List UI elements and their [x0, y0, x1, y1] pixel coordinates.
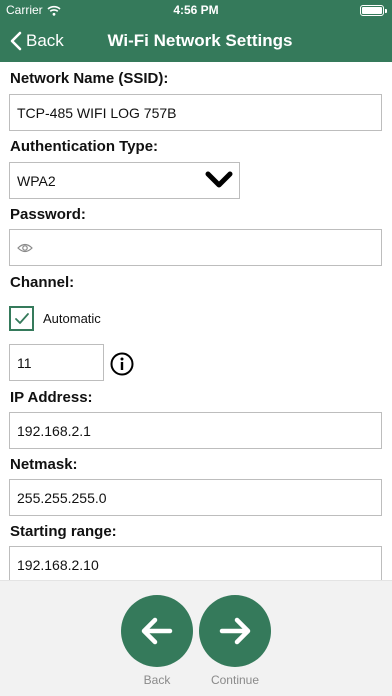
channel-field[interactable]: 11 — [9, 344, 104, 381]
status-bar: Carrier 4:56 PM — [0, 0, 392, 20]
chevron-down-icon — [205, 171, 233, 188]
ssid-field[interactable]: TCP-485 WIFI LOG 757B — [9, 94, 382, 131]
password-field[interactable] — [9, 229, 382, 266]
starting-range-field[interactable]: 192.168.2.10 — [9, 546, 382, 580]
automatic-checkbox[interactable] — [9, 306, 34, 331]
wifi-settings-form: Network Name (SSID): TCP-485 WIFI LOG 75… — [0, 62, 392, 580]
ip-address-field[interactable]: 192.168.2.1 — [9, 412, 382, 449]
page-title: Wi-Fi Network Settings — [107, 31, 293, 50]
continue-button-caption: Continue — [210, 673, 260, 687]
auth-type-value: WPA2 — [17, 172, 56, 189]
continue-button[interactable] — [199, 595, 271, 667]
back-button[interactable] — [121, 595, 193, 667]
navigation-bar: Back Wi-Fi Network Settings — [0, 20, 392, 62]
battery-icon — [360, 5, 387, 16]
back-button-caption: Back — [143, 673, 171, 687]
ip-address-label: IP Address: — [10, 389, 93, 406]
automatic-label: Automatic — [43, 311, 101, 326]
ssid-label: Network Name (SSID): — [10, 70, 169, 87]
eye-icon[interactable] — [17, 242, 33, 254]
starting-range-label: Starting range: — [10, 523, 117, 540]
password-label: Password: — [10, 206, 86, 223]
status-time: 4:56 PM — [173, 3, 219, 17]
channel-label: Channel: — [10, 274, 75, 291]
checkmark-icon — [14, 312, 29, 324]
arrow-left-icon — [141, 617, 173, 645]
arrow-right-icon — [219, 617, 251, 645]
auth-type-select[interactable]: WPA2 — [9, 162, 240, 199]
netmask-label: Netmask: — [10, 456, 78, 473]
info-icon[interactable] — [110, 352, 134, 376]
auth-type-label: Authentication Type: — [10, 138, 159, 155]
bottom-action-bar: Back Continue — [0, 580, 392, 696]
netmask-field[interactable]: 255.255.255.0 — [9, 479, 382, 516]
